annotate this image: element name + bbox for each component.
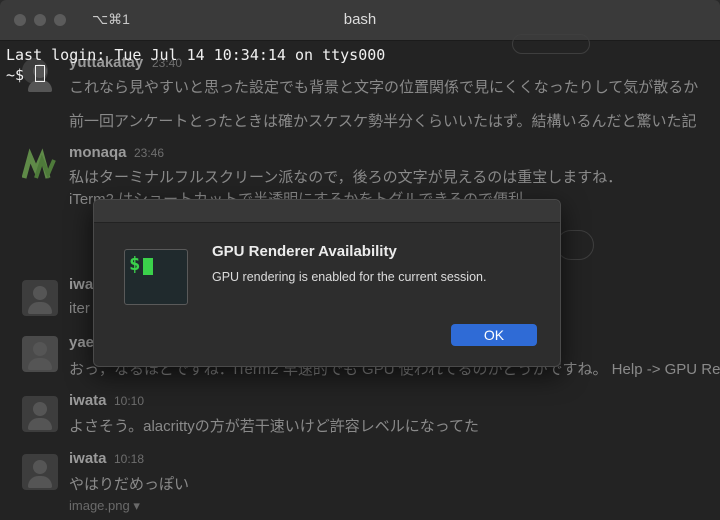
chat-message: 前一回アンケートとったときは確かスケスケ勢半分くらいいたはず。結構いるんだと驚い…: [69, 113, 697, 130]
avatar: [22, 396, 58, 432]
dialog-message: GPU rendering is enabled for the current…: [212, 270, 487, 284]
avatar: [22, 454, 58, 490]
monaqa-avatar: [22, 148, 56, 180]
terminal-app-icon: $: [124, 249, 188, 305]
shell-prompt: ~$: [6, 66, 34, 84]
chat-username: iwata: [69, 392, 107, 409]
gpu-renderer-dialog: $ GPU Renderer Availability GPU renderin…: [93, 199, 561, 367]
title-bar[interactable]: ⌥⌘1 bash: [0, 0, 720, 41]
background-pill: [512, 34, 590, 54]
chat-timestamp: 10:10: [114, 394, 145, 408]
background-pill: [556, 230, 594, 260]
ok-button[interactable]: OK: [451, 324, 537, 346]
chat-username: yae: [69, 334, 95, 351]
dialog-title: GPU Renderer Availability: [212, 243, 397, 260]
chat-username: monaqa: [69, 144, 127, 161]
avatar: [22, 336, 58, 372]
chat-username: iwata: [69, 450, 107, 467]
attachment-label: image.png ▾: [69, 498, 140, 513]
chat-message: 私はターミナルフルスクリーン派なので，後ろの文字が見えるのは重宝しますね．: [69, 169, 623, 186]
terminal-output[interactable]: Last login: Tue Jul 14 10:34:14 on ttys0…: [6, 45, 385, 85]
window-title: bash: [343, 11, 377, 28]
chat-message: やはりだめっぽい: [69, 476, 190, 493]
chat-timestamp: 10:18: [114, 452, 145, 466]
cursor-block-glyph: [143, 258, 153, 275]
chat-message: iter: [69, 300, 90, 317]
chat-message: よさそう。alacrittyの方が若干速いけど許容レベルになってた: [69, 418, 480, 435]
chat-timestamp: 23:46: [134, 146, 165, 160]
avatar: [22, 280, 58, 316]
dialog-title-bar: [94, 200, 560, 223]
terminal-cursor: [35, 65, 46, 82]
last-login-line: Last login: Tue Jul 14 10:34:14 on ttys0…: [6, 46, 386, 64]
dollar-glyph: $: [129, 253, 141, 275]
terminal-window: ⌥⌘1 bash yuttakatay 23:40 これなら見やすいと思った設定…: [0, 0, 720, 520]
